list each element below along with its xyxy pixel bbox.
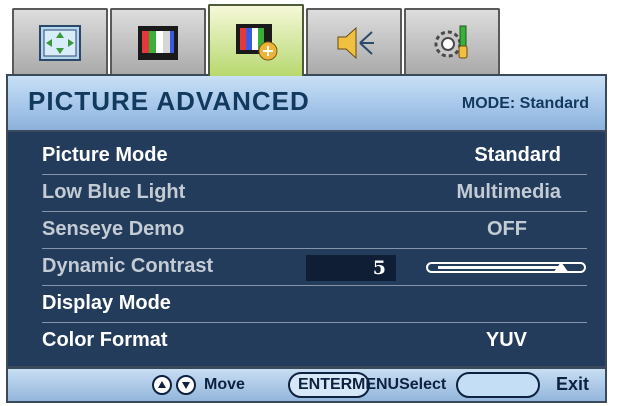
arrow-up-icon: [158, 381, 166, 388]
footer-hints: Move ENTER MENUSelect Exit: [6, 367, 607, 403]
slider-fill: [438, 266, 561, 269]
arrow-down-icon: [182, 382, 190, 389]
tab-audio[interactable]: [306, 8, 402, 75]
senseye-demo-label: Senseye Demo: [42, 218, 185, 240]
up-button[interactable]: [152, 375, 172, 395]
low-blue-light-row[interactable]: Low Blue Light Multimedia: [42, 175, 587, 212]
menu-button[interactable]: [456, 372, 540, 398]
senseye-demo-row[interactable]: Senseye Demo OFF: [42, 212, 587, 249]
menu-header: PICTURE ADVANCED MODE: Standard: [6, 74, 607, 132]
display-mode-label: Display Mode: [42, 292, 171, 314]
display-adjust-icon: [39, 24, 81, 61]
tab-system[interactable]: [404, 8, 500, 75]
slider-handle[interactable]: [553, 262, 569, 273]
down-button[interactable]: [176, 375, 196, 395]
picture-advanced-icon: [236, 24, 278, 61]
tab-bar: [12, 4, 602, 76]
picture-mode-value: Standard: [474, 144, 561, 166]
low-blue-light-value: Multimedia: [456, 181, 561, 203]
tab-picture[interactable]: [110, 8, 206, 75]
audio-icon: [337, 26, 374, 59]
color-format-label: Color Format: [42, 329, 168, 351]
display-mode-row[interactable]: Display Mode: [42, 286, 587, 323]
tab-picture-advanced[interactable]: [208, 4, 304, 76]
move-hint: Move: [204, 376, 245, 393]
color-format-value: YUV: [485, 329, 527, 351]
dynamic-contrast-row[interactable]: Dynamic Contrast 5: [42, 249, 587, 286]
mode-indicator: MODE: Standard: [461, 95, 589, 112]
picture-mode-label: Picture Mode: [42, 144, 168, 166]
color-format-row[interactable]: Color Format YUV: [42, 323, 587, 359]
page-title: PICTURE ADVANCED: [28, 86, 310, 116]
system-settings-icon: [434, 25, 468, 58]
tab-display[interactable]: [12, 8, 108, 75]
settings-list: Picture Mode Standard Low Blue Light Mul…: [6, 132, 607, 368]
senseye-demo-value: OFF: [487, 218, 527, 240]
low-blue-light-label: Low Blue Light: [42, 181, 186, 203]
exit-hint[interactable]: Exit: [556, 374, 589, 395]
menu-select-hint: MENUSelect: [352, 376, 447, 393]
dynamic-contrast-value: 5: [306, 255, 396, 281]
picture-icon: [138, 25, 178, 60]
picture-mode-row[interactable]: Picture Mode Standard: [42, 138, 587, 175]
dynamic-contrast-label: Dynamic Contrast: [42, 255, 214, 277]
enter-label: ENTER: [298, 376, 353, 393]
